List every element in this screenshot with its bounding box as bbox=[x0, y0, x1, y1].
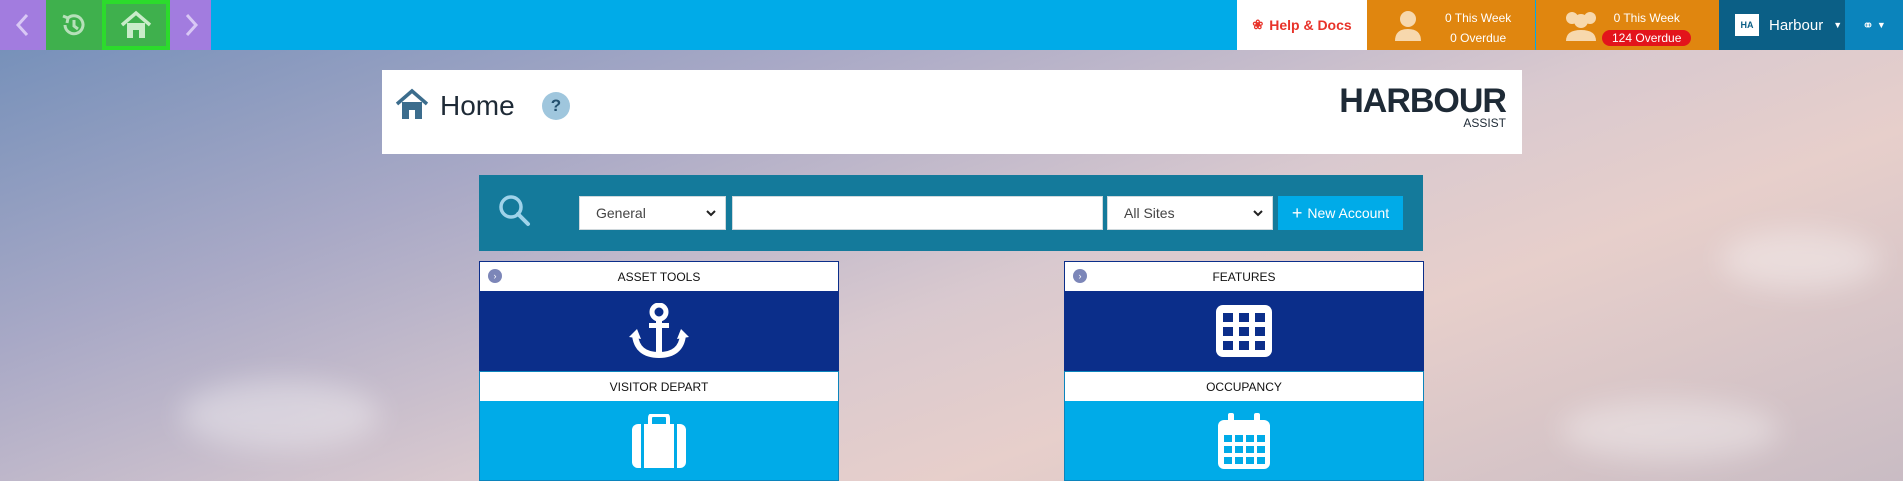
chevron-down-icon bbox=[1253, 210, 1263, 217]
background-cloud bbox=[1720, 230, 1880, 290]
back-button[interactable] bbox=[0, 0, 46, 50]
background-cloud bbox=[180, 380, 380, 450]
caret-down-icon: ▼ bbox=[1876, 20, 1886, 30]
new-account-label: New Account bbox=[1307, 205, 1390, 221]
anchor-icon bbox=[629, 302, 689, 358]
link-icon: ⚭ bbox=[1862, 16, 1874, 33]
brand-name: HARBOUR bbox=[1339, 82, 1507, 120]
site-value: All Sites bbox=[1124, 205, 1175, 221]
user-icon bbox=[1395, 11, 1421, 41]
new-account-button[interactable]: + New Account bbox=[1278, 196, 1403, 230]
background-cloud bbox=[1560, 400, 1780, 460]
my-tasks-summary[interactable]: 0 This Week 0 Overdue bbox=[1367, 0, 1535, 50]
my-tasks-overdue: 0 Overdue bbox=[1450, 31, 1507, 45]
search-panel: General All Sites + New Account bbox=[479, 175, 1423, 251]
home-icon bbox=[120, 10, 152, 38]
page-title: Home bbox=[440, 90, 515, 121]
caret-down-icon: ▼ bbox=[1833, 20, 1843, 30]
search-type-select[interactable]: General bbox=[579, 196, 726, 230]
tile-label: ASSET TOOLS bbox=[617, 269, 701, 284]
expand-arrow-icon[interactable]: › bbox=[1073, 269, 1087, 283]
expand-arrow-icon[interactable]: › bbox=[488, 269, 502, 283]
home-icon bbox=[395, 88, 429, 119]
tile-features[interactable]: › FEATURES bbox=[1064, 261, 1424, 371]
calendar-icon bbox=[1218, 412, 1270, 469]
chevron-right-icon bbox=[185, 13, 198, 37]
plus-icon: + bbox=[1291, 203, 1303, 223]
page-header: Home ? HARBOUR ASSIST bbox=[382, 70, 1522, 154]
chevron-left-icon bbox=[15, 13, 29, 37]
brand-logo: HARBOUR ASSIST bbox=[1339, 82, 1507, 130]
history-icon bbox=[62, 14, 85, 36]
page-help-button[interactable]: ? bbox=[542, 92, 570, 120]
suitcase-icon bbox=[632, 413, 686, 468]
search-input[interactable] bbox=[732, 196, 1103, 230]
search-icon bbox=[499, 195, 530, 226]
team-tasks-summary[interactable]: 0 This Week 124 Overdue bbox=[1536, 0, 1719, 50]
tile-label: VISITOR DEPART bbox=[609, 379, 709, 394]
top-bar: ❀ Help & Docs 0 This Week 0 Overdue 0 Th… bbox=[0, 0, 1903, 50]
tile-asset-tools[interactable]: › ASSET TOOLS bbox=[479, 261, 839, 371]
team-tasks-this-week: 0 This Week bbox=[1613, 11, 1680, 25]
tile-visitor-depart[interactable]: VISITOR DEPART bbox=[479, 371, 839, 481]
tile-label: OCCUPANCY bbox=[1206, 379, 1282, 394]
links-menu[interactable]: ⚭ ▼ bbox=[1845, 0, 1903, 50]
chevron-down-icon bbox=[706, 210, 716, 217]
help-docs-button[interactable]: ❀ Help & Docs bbox=[1237, 0, 1367, 50]
forward-button[interactable] bbox=[170, 0, 211, 50]
lifebuoy-icon: ❀ bbox=[1252, 17, 1264, 32]
users-icon bbox=[1566, 12, 1596, 41]
help-docs-label: Help & Docs bbox=[1269, 17, 1352, 33]
tile-occupancy[interactable]: OCCUPANCY bbox=[1064, 371, 1424, 481]
my-tasks-this-week: 0 This Week bbox=[1445, 11, 1512, 25]
tile-label: FEATURES bbox=[1212, 269, 1276, 284]
history-button[interactable] bbox=[46, 0, 102, 50]
account-logo: HA bbox=[1735, 14, 1759, 36]
site-select[interactable]: All Sites bbox=[1107, 196, 1273, 230]
grid-icon bbox=[1216, 304, 1272, 357]
home-button[interactable] bbox=[102, 0, 170, 50]
account-name: Harbour bbox=[1769, 16, 1824, 34]
search-type-value: General bbox=[596, 205, 646, 221]
account-menu[interactable]: HA Harbour ▼ bbox=[1719, 0, 1845, 50]
team-tasks-overdue-badge: 124 Overdue bbox=[1602, 30, 1692, 46]
